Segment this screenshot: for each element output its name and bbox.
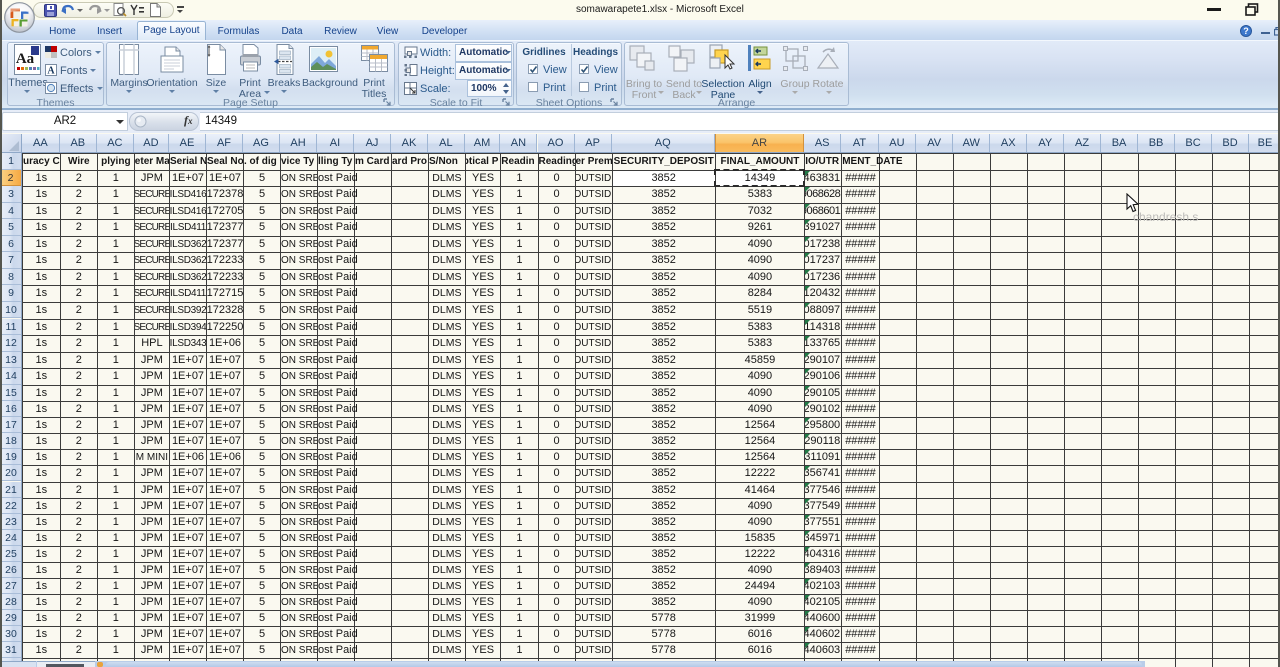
svg-text:?: ? bbox=[1243, 26, 1249, 36]
svg-text:A: A bbox=[47, 66, 55, 77]
svg-text:Aa: Aa bbox=[16, 51, 35, 67]
